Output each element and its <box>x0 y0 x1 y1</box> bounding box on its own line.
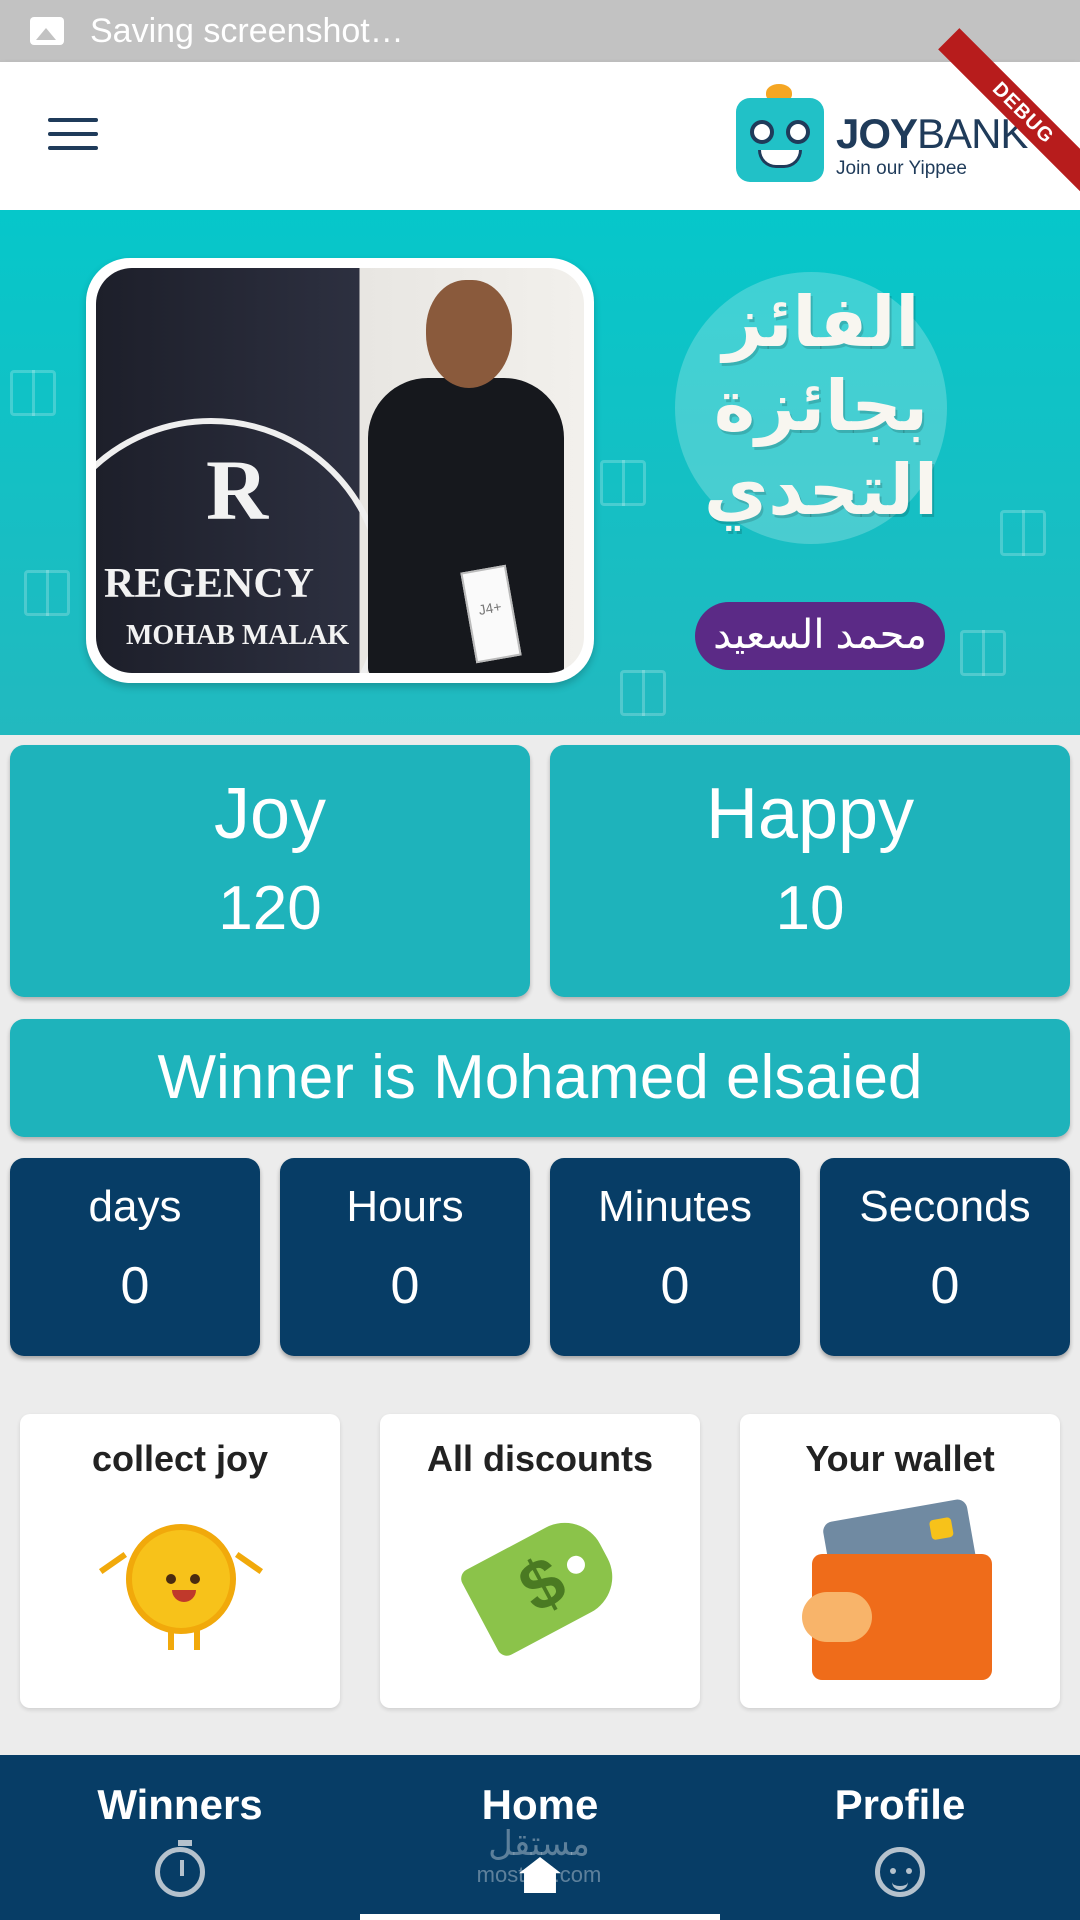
countdown-label: Minutes <box>597 1182 753 1231</box>
countdown-label: Seconds <box>859 1182 1031 1231</box>
watermark-line1: مستقل <box>488 1825 590 1863</box>
watermark: مستقل mostaql.com <box>474 1826 604 1888</box>
your-wallet-button[interactable]: Your wallet <box>740 1414 1060 1708</box>
person-head <box>426 280 512 388</box>
gift-pattern-icon <box>620 670 666 716</box>
action-label: All discounts <box>426 1438 654 1479</box>
hamburger-menu-icon[interactable] <box>48 118 98 154</box>
joy-value: 120 <box>218 874 322 943</box>
countdown-value: 0 <box>120 1257 150 1315</box>
watermark-line2: mostaql.com <box>476 1862 602 1887</box>
status-bar: Saving screenshot… <box>0 0 1080 62</box>
active-tab-indicator <box>360 1914 720 1920</box>
nav-label: Home <box>481 1781 599 1828</box>
winner-name-badge: محمد السعيد <box>695 602 945 670</box>
app-bar: JOYBANK Join our Yippee DEBUG <box>0 28 1080 210</box>
winner-banner[interactable]: R REGENCY MOHAB MALAK J4+ الفائز بجائزة … <box>0 210 1080 735</box>
status-text: Saving screenshot… <box>90 11 404 50</box>
countdown-seconds: Seconds 0 <box>820 1158 1070 1356</box>
action-label: collect joy <box>91 1438 269 1479</box>
sign-line2: MOHAB MALAK <box>126 620 350 651</box>
logo-tagline: Join our Yippee <box>836 158 967 179</box>
winner-text: Winner is Mohamed elsaied <box>157 1043 923 1112</box>
winner-photo: R REGENCY MOHAB MALAK J4+ <box>86 258 594 683</box>
gift-pattern-icon <box>1000 510 1046 556</box>
logo-brand: JOYBANK <box>836 110 1028 157</box>
gift-pattern-icon <box>24 570 70 616</box>
countdown-label: Hours <box>346 1182 464 1231</box>
nav-winners[interactable]: Winners <box>0 1755 360 1920</box>
countdown-value: 0 <box>930 1257 960 1315</box>
wallet-icon <box>802 1554 992 1680</box>
countdown-label: days <box>88 1182 182 1231</box>
winner-card: Winner is Mohamed elsaied <box>10 1019 1070 1137</box>
gift-pattern-icon <box>10 370 56 416</box>
smiling-coin-icon <box>98 1524 264 1650</box>
stopwatch-icon <box>155 1840 205 1897</box>
nav-label: Profile <box>834 1781 966 1828</box>
happy-value: 10 <box>775 874 845 943</box>
countdown-value: 0 <box>390 1257 420 1315</box>
nav-label: Winners <box>97 1781 263 1828</box>
countdown-minutes: Minutes 0 <box>550 1158 800 1356</box>
logo-face-icon <box>736 98 824 182</box>
person-body <box>368 378 564 673</box>
joy-stat-card: Joy 120 <box>10 745 530 997</box>
countdown-hours: Hours 0 <box>280 1158 530 1356</box>
sign-line1: REGENCY <box>104 561 315 607</box>
gift-pattern-icon <box>960 630 1006 676</box>
countdown-days: days 0 <box>10 1158 260 1356</box>
gift-pattern-icon <box>600 460 646 506</box>
joy-label: Joy <box>213 774 327 854</box>
face-icon <box>875 1847 925 1897</box>
banner-title: الفائز بجائزة التحدي <box>704 283 938 529</box>
all-discounts-button[interactable]: All discounts $ <box>380 1414 700 1708</box>
price-tag-icon: $ <box>457 1508 627 1660</box>
happy-stat-card: Happy 10 <box>550 745 1070 997</box>
image-icon <box>30 17 64 45</box>
nav-profile[interactable]: Profile <box>720 1755 1080 1920</box>
collect-joy-button[interactable]: collect joy <box>20 1414 340 1708</box>
countdown-value: 0 <box>660 1257 690 1315</box>
action-label: Your wallet <box>805 1438 995 1479</box>
happy-label: Happy <box>705 774 915 854</box>
sign-letter: R <box>206 442 269 538</box>
